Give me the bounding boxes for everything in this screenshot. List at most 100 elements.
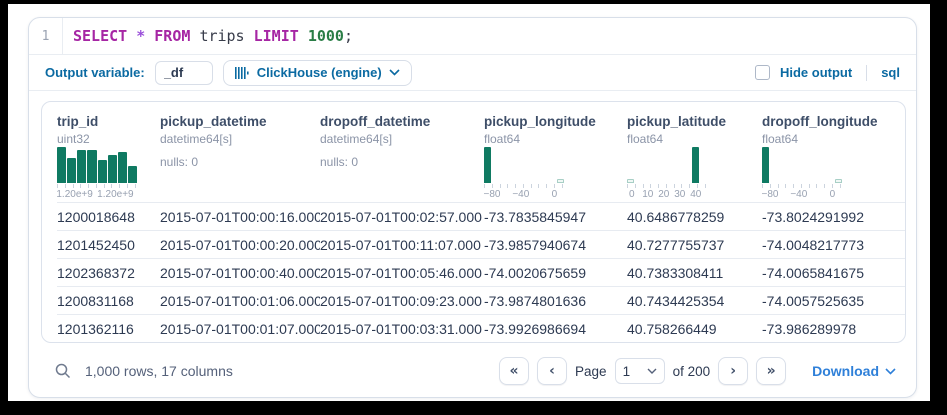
sql-keyword: SELECT: [73, 27, 136, 45]
chevron-down-icon: [647, 368, 657, 374]
table-cell: 2015-07-01T00:00:40.000: [160, 259, 320, 286]
sql-number: 1000: [308, 27, 344, 45]
table-cell: 1201362116: [57, 315, 160, 342]
engine-label: ClickHouse (engine): [257, 65, 382, 80]
output-variable-label: Output variable:: [45, 65, 145, 80]
column-dtype: float64: [627, 132, 762, 146]
column-header-dropoff_longitude[interactable]: dropoff_longitude float64−80−400: [762, 114, 906, 202]
table-cell: 2015-07-01T00:01:07.000: [160, 315, 320, 342]
column-name: dropoff_datetime: [320, 114, 484, 129]
table-cell: 40.6486778259: [627, 203, 762, 230]
first-page-button[interactable]: «: [499, 357, 529, 385]
page-total-label: of 200: [673, 364, 711, 379]
chevron-down-icon: [389, 69, 400, 76]
previous-page-button[interactable]: ‹: [537, 357, 567, 385]
table-row[interactable]: 12014524502015-07-01T00:00:20.0002015-07…: [57, 230, 905, 258]
last-page-button[interactable]: »: [756, 357, 786, 385]
line-number: 1: [29, 18, 63, 54]
table-body: 12000186482015-07-01T00:00:16.0002015-07…: [42, 202, 905, 342]
output-variable-input[interactable]: [155, 61, 213, 85]
chevron-down-icon: [885, 368, 896, 375]
page-number-select[interactable]: 1: [615, 358, 665, 384]
table-cell: -74.0048217773: [762, 231, 906, 258]
column-header-dropoff_datetime[interactable]: dropoff_datetime datetime64[s] nulls: 0: [320, 114, 484, 202]
page-label: Page: [575, 364, 607, 379]
table-cell: 1200831168: [57, 287, 160, 314]
hide-output-checkbox[interactable]: [755, 65, 770, 80]
sql-code-line[interactable]: SELECT * FROM trips LIMIT 1000;: [63, 18, 353, 54]
table-cell: -73.9926986694: [484, 315, 627, 342]
column-name: dropoff_longitude: [762, 114, 906, 129]
histogram-trip_id: 1.20e+91.20e+9: [57, 147, 137, 200]
table-cell: 40.758266449: [627, 315, 762, 342]
histogram-pickup_longitude: −80−400: [484, 147, 564, 200]
table-cell: 2015-07-01T00:11:07.000: [320, 231, 484, 258]
column-name: pickup_longitude: [484, 114, 627, 129]
engine-selector-button[interactable]: ClickHouse (engine): [223, 60, 412, 86]
table-row[interactable]: 12013621162015-07-01T00:01:07.0002015-07…: [57, 314, 905, 342]
table-cell: 1201452450: [57, 231, 160, 258]
sql-semicolon: ;: [344, 27, 353, 45]
column-dtype: datetime64[s]: [320, 132, 484, 146]
table-header-row: trip_id uint321.20e+91.20e+9 pickup_dateti…: [42, 102, 905, 202]
column-name: trip_id: [57, 114, 160, 129]
table-row[interactable]: 12000186482015-07-01T00:00:16.0002015-07…: [57, 202, 905, 230]
table-row[interactable]: 12008311682015-07-01T00:01:06.0002015-07…: [57, 286, 905, 314]
table-cell: 2015-07-01T00:09:23.000: [320, 287, 484, 314]
sql-keyword: LIMIT: [254, 27, 308, 45]
table-cell: 2015-07-01T00:05:46.000: [320, 259, 484, 286]
page-number-value: 1: [623, 364, 631, 379]
column-name: pickup_latitude: [627, 114, 762, 129]
histogram-pickup_latitude: 010203040: [627, 147, 707, 200]
language-badge[interactable]: sql: [881, 65, 900, 80]
column-header-pickup_datetime[interactable]: pickup_datetime datetime64[s] nulls: 0: [160, 114, 320, 202]
notebook-page: 1 SELECT * FROM trips LIMIT 1000; Output…: [8, 4, 930, 401]
table-cell: -74.0065841675: [762, 259, 906, 286]
pagination: « ‹ Page 1 of 200 › »: [499, 357, 786, 385]
column-nulls: nulls: 0: [160, 155, 320, 169]
column-header-trip_id[interactable]: trip_id uint321.20e+91.20e+9: [57, 114, 160, 202]
table-cell: -73.9857940674: [484, 231, 627, 258]
table-row[interactable]: 12023683722015-07-01T00:00:40.0002015-07…: [57, 258, 905, 286]
table-cell: 2015-07-01T00:00:16.000: [160, 203, 320, 230]
histogram-dropoff_longitude: −80−400: [762, 147, 842, 200]
column-name: pickup_datetime: [160, 114, 320, 129]
code-editor[interactable]: 1 SELECT * FROM trips LIMIT 1000;: [29, 18, 916, 55]
sql-operator: *: [136, 27, 154, 45]
column-nulls: nulls: 0: [320, 155, 484, 169]
column-dtype: datetime64[s]: [160, 132, 320, 146]
table-cell: -74.0020675659: [484, 259, 627, 286]
table-cell: -73.8024291992: [762, 203, 906, 230]
table-footer: 1,000 rows, 17 columns « ‹ Page 1 of 200…: [29, 343, 916, 385]
table-cell: 40.7277755737: [627, 231, 762, 258]
table-cell: -73.7835845947: [484, 203, 627, 230]
table-cell: 2015-07-01T00:01:06.000: [160, 287, 320, 314]
search-icon[interactable]: [55, 363, 71, 379]
table-cell: 2015-07-01T00:00:20.000: [160, 231, 320, 258]
column-dtype: float64: [484, 132, 627, 146]
column-dtype: float64: [762, 132, 906, 146]
table-cell: 2015-07-01T00:03:31.000: [320, 315, 484, 342]
sql-table-name: trips: [199, 27, 253, 45]
next-page-button[interactable]: ›: [718, 357, 748, 385]
table-cell: 1202368372: [57, 259, 160, 286]
sql-cell: 1 SELECT * FROM trips LIMIT 1000; Output…: [28, 17, 917, 398]
dataframe-table: trip_id uint321.20e+91.20e+9 pickup_dateti…: [41, 101, 906, 343]
table-cell: 2015-07-01T00:02:57.000: [320, 203, 484, 230]
table-cell: -74.0057525635: [762, 287, 906, 314]
table-cell: 1200018648: [57, 203, 160, 230]
column-dtype: uint32: [57, 132, 160, 146]
hide-output-label: Hide output: [780, 65, 852, 80]
download-label: Download: [812, 363, 879, 379]
toolbar-divider: [866, 65, 867, 81]
column-header-pickup_latitude[interactable]: pickup_latitude float64010203040: [627, 114, 762, 202]
table-cell: -73.986289978: [762, 315, 906, 342]
sql-keyword: FROM: [154, 27, 199, 45]
column-header-pickup_longitude[interactable]: pickup_longitude float64−80−400: [484, 114, 627, 202]
table-cell: -73.9874801636: [484, 287, 627, 314]
table-cell: 40.7434425354: [627, 287, 762, 314]
row-count-summary: 1,000 rows, 17 columns: [85, 363, 233, 379]
download-button[interactable]: Download: [812, 363, 896, 379]
table-cell: 40.7383308411: [627, 259, 762, 286]
cell-toolbar: Output variable: ClickHouse (engine) Hid…: [29, 55, 916, 91]
